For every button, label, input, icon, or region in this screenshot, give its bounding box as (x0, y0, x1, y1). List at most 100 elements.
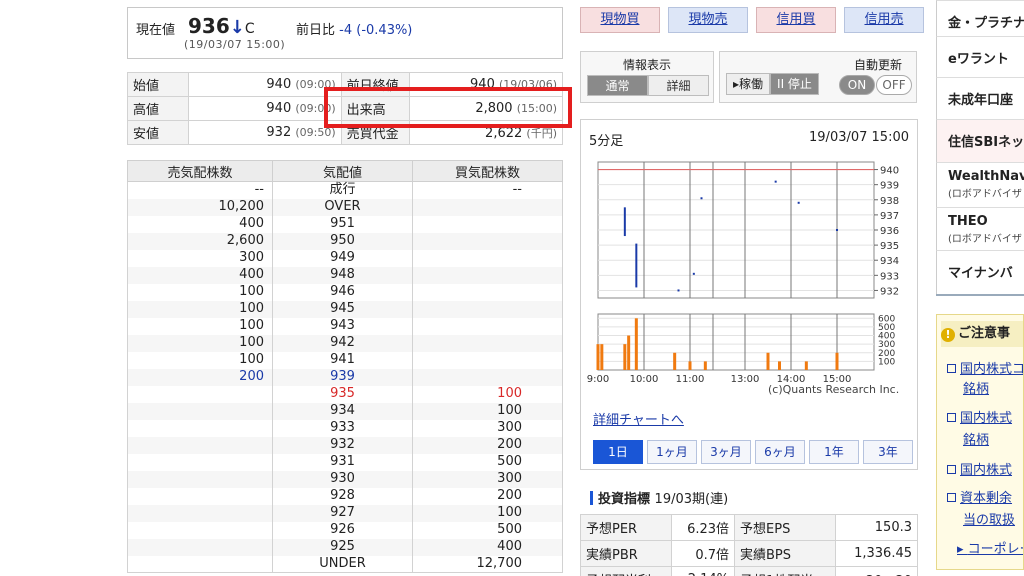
board-row: 100 943 (127, 317, 563, 335)
quote-price[interactable]: 932 (272, 436, 413, 454)
buy-qty: 500 (412, 521, 563, 539)
x-tick-label: 9:00 (587, 374, 609, 385)
quote-price[interactable]: 939 (272, 368, 413, 386)
window-icon (947, 465, 956, 474)
sell-qty: 10,200 (127, 198, 273, 216)
period-tab-3m[interactable]: 3ヶ月 (701, 440, 751, 464)
detail-chart-link[interactable]: 詳細チャートへ (593, 409, 684, 428)
margin-sell-button[interactable]: 信用売 (844, 7, 924, 33)
board-row: 400 948 (127, 266, 563, 284)
info-detail-button[interactable]: 詳細 (648, 75, 709, 96)
intraday-chart-panel: 5分足 19/03/07 15:00 940 939 938 937 936 935 934… (580, 119, 918, 470)
price-tick-label: 935 (880, 241, 899, 252)
change-value: -4 (-0.43%) (339, 23, 413, 38)
ohlc-label: 始値 (126, 72, 190, 97)
period-tabs: 1日 1ヶ月 3ヶ月 6ヶ月 1年 3年 (593, 440, 913, 464)
board-row: 300 949 (127, 249, 563, 267)
period-tab-6m[interactable]: 6ヶ月 (755, 440, 805, 464)
sell-qty: 2,600 (127, 232, 273, 250)
quote-price[interactable]: 941 (272, 351, 413, 369)
stop-button[interactable]: II 停止 (770, 73, 819, 95)
indicator-label: 実績BPS (734, 540, 836, 567)
buy-qty: 500 (412, 453, 563, 471)
notice-link[interactable]: 銘柄 (963, 430, 989, 452)
period-tab-1y[interactable]: 1年 (809, 440, 859, 464)
cash-sell-button[interactable]: 現物売 (668, 7, 748, 33)
sell-qty (127, 385, 273, 403)
indicator-value: 1,336.45 (834, 540, 919, 567)
exclamation-icon: ! (941, 328, 955, 342)
notice-link[interactable]: 資本剰余 (947, 488, 1012, 510)
period-tab-3y[interactable]: 3年 (863, 440, 913, 464)
sidebar-link-item[interactable]: THEO (ロボアドバイザ (936, 207, 1024, 250)
board-header-price: 気配値 (272, 160, 413, 182)
quote-price[interactable]: 949 (272, 249, 413, 267)
buy-qty: 12,700 (412, 555, 563, 573)
sidebar-link-item[interactable]: 金・プラチナ (936, 0, 1024, 36)
auto-on-toggle[interactable]: ON (839, 75, 875, 95)
quote-price[interactable]: 934 (272, 402, 413, 420)
sidebar-link-item[interactable]: WealthNavi (ロボアドバイザ (936, 162, 1024, 207)
sidebar-link-item[interactable]: 未成年口座 (936, 77, 1024, 119)
quote-price[interactable]: 943 (272, 317, 413, 335)
period-tab-1d[interactable]: 1日 (593, 440, 643, 464)
current-price-time: (19/03/07 15:00) (184, 38, 286, 51)
quote-price[interactable]: 942 (272, 334, 413, 352)
quote-price[interactable]: 931 (272, 453, 413, 471)
sell-qty (127, 521, 273, 539)
quote-price[interactable]: OVER (272, 198, 413, 216)
board-row: 933 300 (127, 419, 563, 437)
sidebar-link-item[interactable]: eワラント (936, 36, 1024, 77)
notice-link[interactable]: 国内株式 (947, 408, 1012, 430)
price-tick-label: 932 (880, 286, 899, 297)
quote-price[interactable]: 948 (272, 266, 413, 284)
notice-link[interactable]: 国内株式 (947, 460, 1012, 482)
buy-qty: 200 (412, 487, 563, 505)
volume-bar (778, 361, 781, 370)
notice-link[interactable]: ▸ コーポレー (957, 539, 1023, 561)
margin-buy-button[interactable]: 信用買 (756, 7, 836, 33)
board-header-sell: 売気配株数 (127, 160, 273, 182)
auto-off-toggle[interactable]: OFF (876, 75, 912, 95)
indicator-label: 予想EPS (734, 514, 836, 541)
chart-credit: (c)Quants Research Inc. (768, 383, 900, 396)
quote-price[interactable]: 927 (272, 504, 413, 522)
buy-qty (412, 232, 563, 250)
sidebar-link-item[interactable]: マイナンバ (936, 250, 1024, 294)
quote-price[interactable]: 930 (272, 470, 413, 488)
board-row: 932 200 (127, 436, 563, 454)
quote-price[interactable]: 951 (272, 215, 413, 233)
quote-price[interactable]: 928 (272, 487, 413, 505)
sell-qty (127, 436, 273, 454)
cash-buy-button[interactable]: 現物買 (580, 7, 660, 33)
board-row: 200 939 (127, 368, 563, 386)
notice-link[interactable]: 当の取扱 (963, 510, 1015, 532)
quote-price[interactable]: 成行 (272, 181, 413, 199)
ohlc-value: 940 (09:00) (188, 96, 342, 121)
notice-link[interactable]: 国内株式コ (947, 359, 1023, 381)
quote-price[interactable]: 950 (272, 232, 413, 250)
price-point (692, 272, 695, 275)
board-header-buy: 買気配株数 (412, 160, 563, 182)
quote-price[interactable]: 926 (272, 521, 413, 539)
current-price-box: 現在値 936↓C (19/03/07 15:00) 前日比 -4 (-0.43… (127, 7, 563, 59)
quote-price[interactable]: UNDER (272, 555, 413, 573)
period-tab-1m[interactable]: 1ヶ月 (647, 440, 697, 464)
sidebar-link-item[interactable]: 住信SBIネット (936, 119, 1024, 162)
quote-price[interactable]: 945 (272, 300, 413, 318)
buy-qty (412, 368, 563, 386)
order-board: 売気配株数 気配値 買気配株数 -- 成行 -- 10,200 OVER 400 951 2,… (127, 160, 563, 573)
x-tick-label: 10:00 (630, 374, 659, 385)
board-row: -- 成行 -- (127, 181, 563, 199)
price-flag: C (244, 21, 255, 37)
info-normal-button[interactable]: 通常 (587, 75, 648, 96)
down-arrow-icon: ↓ (229, 17, 245, 38)
quote-price[interactable]: 925 (272, 538, 413, 556)
quote-price[interactable]: 935 (272, 385, 413, 403)
quote-price[interactable]: 933 (272, 419, 413, 437)
indicator-value: 0.7倍 (670, 540, 736, 567)
board-row: 927 100 (127, 504, 563, 522)
notice-link[interactable]: 銘柄 (963, 379, 989, 401)
run-button[interactable]: ▸稼働 (726, 73, 771, 95)
quote-price[interactable]: 946 (272, 283, 413, 301)
